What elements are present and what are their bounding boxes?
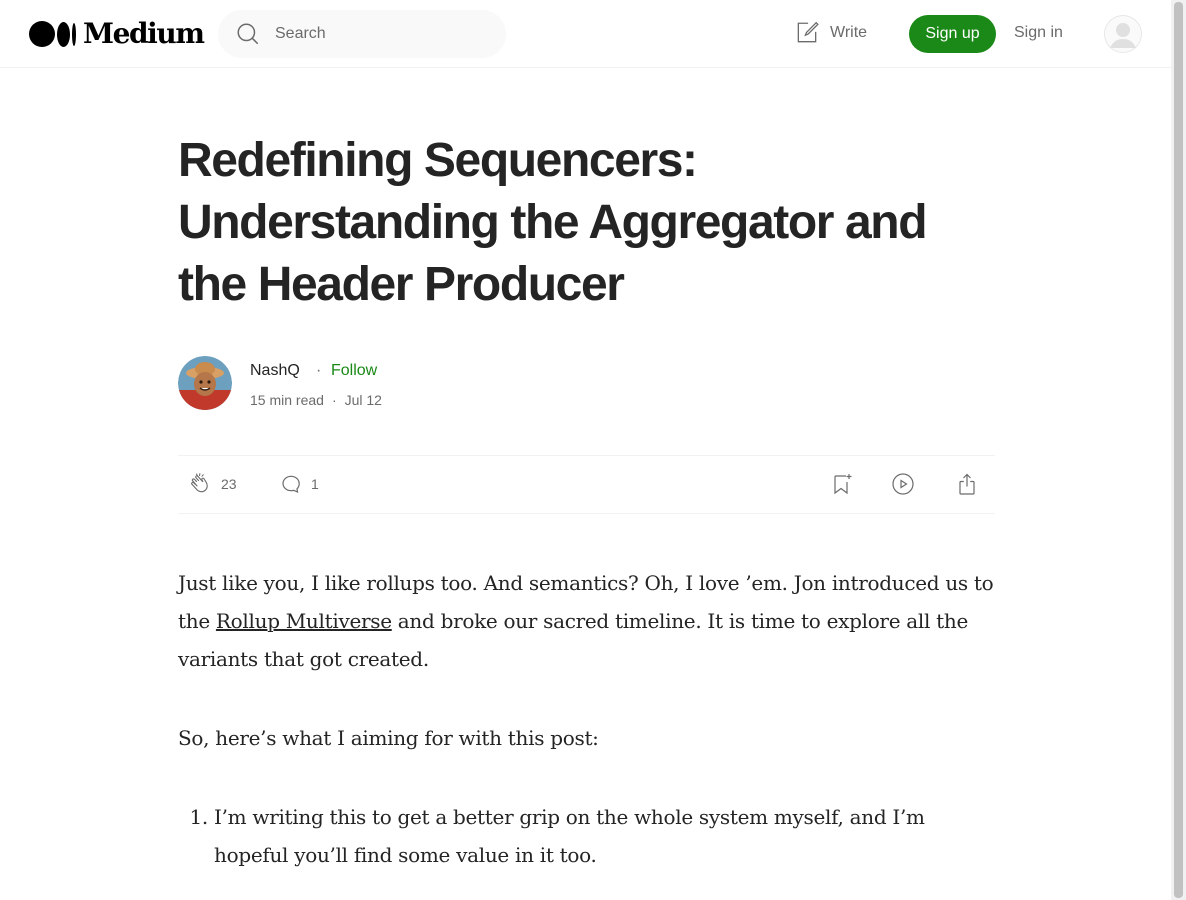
response-icon <box>282 475 300 493</box>
page: Medium Write Sign up Sign in <box>0 0 1186 900</box>
responses-button[interactable]: 1 <box>279 472 319 496</box>
article-title: Redefining Sequencers: Understanding the… <box>178 134 928 311</box>
sign-in-link[interactable]: Sign in <box>1014 24 1063 42</box>
author-avatar-image <box>178 356 232 410</box>
rollup-multiverse-link[interactable]: Rollup Multiverse <box>216 609 392 633</box>
medium-logo[interactable]: Medium <box>29 17 205 51</box>
bookmark-icon <box>834 474 852 495</box>
listen-button[interactable] <box>891 472 915 496</box>
share-icon <box>959 473 975 495</box>
search-icon <box>237 23 259 45</box>
follow-button[interactable]: Follow <box>331 362 377 380</box>
ordered-list: I’m writing this to get a better grip on… <box>178 798 995 874</box>
read-time: 15 min read <box>250 392 324 408</box>
default-avatar-icon <box>1104 15 1142 53</box>
play-icon <box>892 473 914 495</box>
user-avatar[interactable] <box>1104 15 1142 53</box>
search-input[interactable] <box>273 24 497 44</box>
top-navigation: Medium Write Sign up Sign in <box>0 0 1171 68</box>
response-count: 1 <box>311 476 319 492</box>
article-body: Just like you, I like rollups too. And s… <box>178 564 995 874</box>
share-button[interactable] <box>955 472 979 496</box>
medium-logo-mark-icon <box>29 21 76 47</box>
article-header: Redefining Sequencers: Understanding the… <box>178 130 995 316</box>
write-label: Write <box>830 24 868 41</box>
sign-up-button[interactable]: Sign up <box>909 15 996 53</box>
separator-dot: · <box>316 362 322 379</box>
article-action-bar: 23 1 <box>178 455 995 514</box>
clap-button[interactable]: 23 <box>189 472 237 496</box>
article-meta: 15 min read · Jul 12 <box>250 392 382 408</box>
bookmark-button[interactable] <box>830 472 854 496</box>
write-button[interactable]: Write <box>794 20 867 46</box>
scrollbar[interactable] <box>1171 0 1186 900</box>
author-avatar[interactable] <box>178 356 232 410</box>
list-item: I’m writing this to get a better grip on… <box>214 798 995 874</box>
author-name[interactable]: NashQ <box>250 362 300 380</box>
paragraph: So, here’s what I aiming for with this p… <box>178 726 599 750</box>
scrollbar-thumb[interactable] <box>1174 2 1183 898</box>
publish-date: Jul 12 <box>344 392 382 408</box>
logo-wordmark: Medium <box>83 17 205 50</box>
search-bar[interactable] <box>218 10 506 58</box>
clap-count: 23 <box>221 476 237 492</box>
write-icon <box>797 21 819 43</box>
paragraph: Just like you, I like rollups too. And s… <box>178 564 995 678</box>
clap-icon <box>191 473 208 493</box>
meta-separator: · <box>331 392 337 408</box>
